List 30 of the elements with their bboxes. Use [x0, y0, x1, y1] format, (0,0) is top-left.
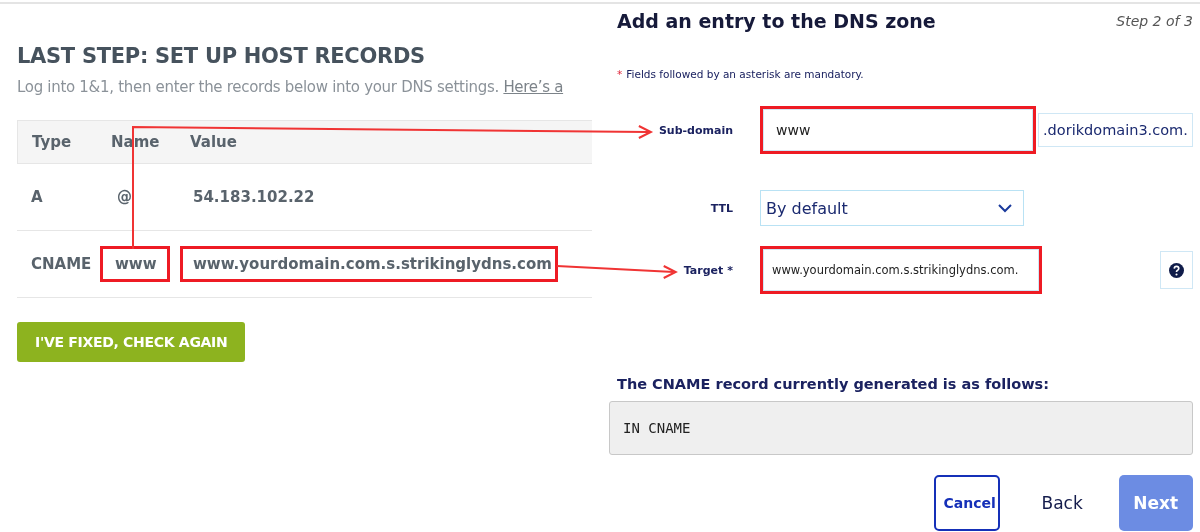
table-cell: www	[103, 249, 167, 279]
chevron-down-icon	[997, 203, 1013, 213]
help-button[interactable]	[1159, 251, 1193, 289]
step-indicator: Step 2 of 3	[1116, 13, 1193, 29]
help-icon	[1168, 262, 1184, 278]
field-label: TTL	[710, 201, 733, 215]
column-header: Type	[31, 133, 73, 151]
section-title: LAST STEP: SET UP HOST RECORDS	[17, 44, 426, 68]
table-cell: www.yourdomain.com.s.strikinglydns.com	[183, 249, 555, 279]
cname-record-preview: IN CNAME	[609, 401, 1193, 455]
instructions-text: Log into 1&1, then enter the records below into your DNS settings. Here’s a	[17, 78, 565, 96]
field-label: Target	[683, 263, 724, 277]
subdomain-field[interactable]: www	[763, 109, 1033, 151]
back-button[interactable]: Back	[1033, 475, 1091, 531]
field-label: Sub-domain	[658, 123, 733, 137]
record-caption: The CNAME record currently generated is as follows:	[617, 376, 1050, 392]
asterisk-mark: *	[617, 68, 623, 80]
cancel-button[interactable]: Cancel	[933, 475, 1000, 531]
mandatory-note: Fields followed by an asterisk are mandatory.	[626, 68, 864, 80]
dialog-title: Add an entry to the DNS zone	[617, 10, 936, 32]
required-mark: *	[727, 263, 733, 277]
table-cell-text: 54.183.102.22	[192, 188, 316, 206]
domain-suffix: .dorikdomain3.com.	[1038, 113, 1193, 147]
ttl-dropdown[interactable]: By default	[760, 190, 1024, 226]
column-header: Value	[189, 133, 238, 151]
table-cell-text: @	[116, 188, 133, 206]
target-field[interactable]: www.yourdomain.com.s.strikinglydns.com.	[763, 249, 1039, 291]
table-cell-text: CNAME	[30, 255, 93, 273]
table-cell-text: A	[30, 188, 44, 206]
help-link[interactable]: Here’s a	[503, 78, 564, 96]
